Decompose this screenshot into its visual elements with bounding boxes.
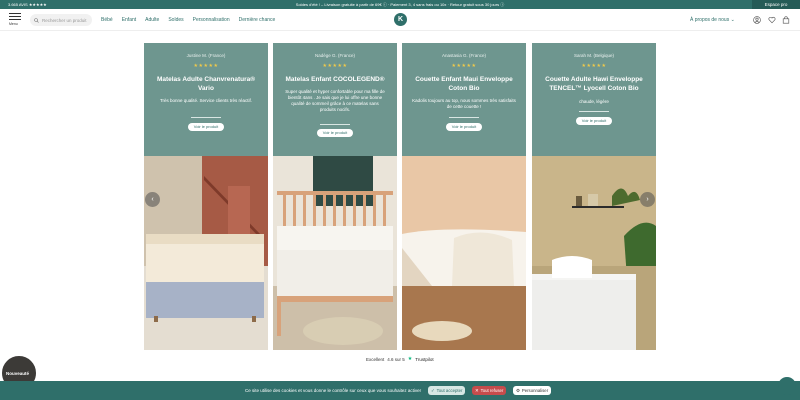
review-card-2: Nadège G. (France) ★★★★★ Matelas Enfant … [273, 43, 397, 350]
about-dropdown[interactable]: À propos de nous ⌄ [690, 17, 735, 23]
product-title: Couette Enfant Maui Enveloppe Coton Bio [415, 76, 513, 92]
menu-button[interactable]: Menu [9, 13, 21, 26]
review-author: Sarah M. (Belgique) [573, 53, 615, 58]
carousel-next-button[interactable]: › [640, 192, 655, 207]
rating-stars: ★★★★★ [451, 63, 477, 69]
product-photo [532, 156, 656, 350]
divider [579, 111, 609, 112]
accept-all-button[interactable]: ✓ Tout accepter [428, 386, 466, 395]
menu-label: Menu [9, 22, 18, 26]
nav-item-soldes[interactable]: Soldes [168, 17, 183, 23]
rating-stars: ★★★★★ [322, 63, 348, 69]
divider [449, 117, 479, 118]
nav-item-derniere-chance[interactable]: Dernière chance [239, 17, 276, 23]
review-author: Justine M. (France) [186, 53, 226, 58]
review-text: Très bonne qualité. Service clients très… [159, 98, 253, 103]
product-title: Couette Adulte Hawi Enveloppe TENCEL™ Ly… [545, 76, 643, 92]
rating-stars: ★★★★★ [581, 63, 607, 69]
review-author: Anastasia G. (France) [441, 53, 486, 58]
menu-icon [9, 13, 21, 14]
review-text: Super qualité et hyper confortable pour … [285, 89, 385, 112]
search-icon [34, 17, 39, 23]
product-photo [273, 156, 397, 350]
trustpilot-score: 4.6 sur 5 [387, 356, 405, 362]
new-products-label: Nouveauté [6, 371, 30, 376]
product-title: Matelas Adulte Chanvrenatura® Vario [156, 76, 256, 92]
chevron-down-icon: ⌄ [730, 17, 735, 23]
pro-space-link[interactable]: Espace pro [752, 0, 800, 9]
review-card-1: Justine M. (France) ★★★★★ Matelas Adulte… [144, 43, 268, 350]
view-product-button[interactable]: Voir le produit [446, 123, 482, 131]
logo[interactable]: K [394, 13, 407, 26]
close-icon: ✕ [475, 388, 479, 393]
nav-item-adulte[interactable]: Adulte [145, 17, 159, 23]
cookie-banner: Ce site utilise des cookies et vous donn… [0, 381, 800, 400]
check-icon: ✓ [431, 388, 435, 393]
view-product-button[interactable]: Voir le produit [188, 123, 224, 131]
gear-icon: ⚙ [516, 388, 520, 393]
trustpilot-star-icon: ★ [407, 356, 413, 362]
review-text: Kadolis toujours au top, nous sommes trè… [412, 98, 516, 109]
view-product-button[interactable]: Voir le produit [576, 117, 612, 125]
divider [191, 117, 221, 118]
search-placeholder: Rechercher un produit [42, 17, 87, 23]
nav-item-personnalisation[interactable]: Personnalisation [193, 17, 230, 23]
rating-stars: ★★★★★ [193, 63, 219, 69]
review-card-3: Anastasia G. (France) ★★★★★ Couette Enfa… [402, 43, 526, 350]
product-photo [144, 156, 268, 350]
main-nav: Bébé Enfant Adulte Soldes Personnalisati… [101, 17, 284, 23]
site-header: Menu Rechercher un produit Bébé Enfant A… [0, 9, 800, 31]
review-author: Nadège G. (France) [314, 53, 356, 58]
account-icon[interactable] [753, 16, 761, 24]
review-text: chaude, légère [579, 99, 609, 104]
promo-bar: 3.665 AVIS ★★★★★ Soldes d'été ! – Livrai… [0, 0, 800, 9]
refuse-all-button[interactable]: ✕ Tout refuser [472, 386, 507, 395]
nav-item-bebe[interactable]: Bébé [101, 17, 113, 23]
wishlist-heart-icon[interactable] [768, 16, 776, 24]
product-photo [402, 156, 526, 350]
divider [320, 124, 350, 125]
customize-button[interactable]: ⚙ Personnaliser [513, 386, 552, 395]
about-label: À propos de nous [690, 17, 730, 23]
trustpilot-widget[interactable]: Excellent 4.6 sur 5 ★ Trustpilot [366, 356, 434, 362]
cart-bag-icon[interactable] [782, 16, 790, 24]
cookie-message: Ce site utilise des cookies et vous donn… [245, 388, 422, 393]
product-title: Matelas Enfant COCOLEGEND® [285, 76, 385, 83]
nav-item-enfant[interactable]: Enfant [122, 17, 136, 23]
trustpilot-brand: Trustpilot [415, 356, 434, 362]
chevron-right-icon: › [646, 196, 649, 203]
trustpilot-label: Excellent [366, 356, 385, 362]
chevron-left-icon: ‹ [151, 196, 154, 203]
view-product-button[interactable]: Voir le produit [317, 129, 353, 137]
chat-button[interactable] [778, 377, 796, 395]
carousel-prev-button[interactable]: ‹ [145, 192, 160, 207]
search-input[interactable]: Rechercher un produit [30, 14, 92, 26]
promo-text: Soldes d'été ! – Livraison gratuite à pa… [295, 2, 505, 7]
review-card-4: Sarah M. (Belgique) ★★★★★ Couette Adulte… [532, 43, 656, 350]
